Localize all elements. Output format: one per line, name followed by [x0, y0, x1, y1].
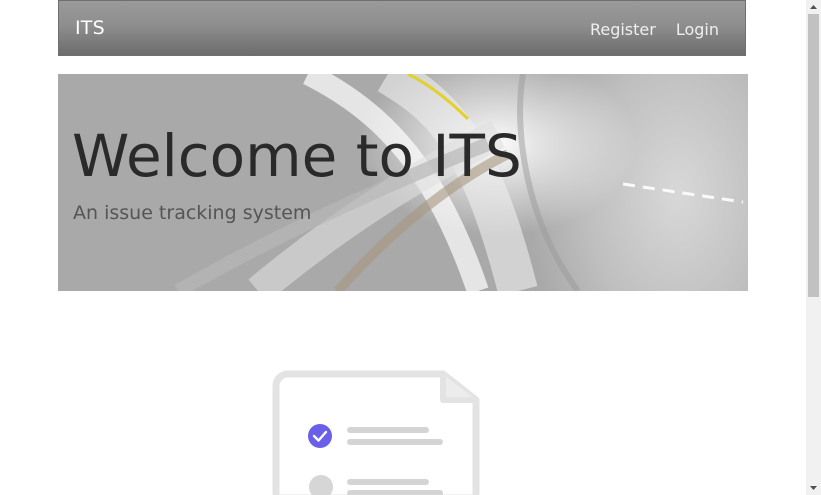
checklist-document-icon [268, 368, 484, 495]
page-viewport: ITS Register Login Welcome to ITS An iss… [0, 0, 806, 495]
hero-title: Welcome to ITS [72, 122, 522, 190]
login-link[interactable]: Login [676, 20, 719, 39]
scroll-down-icon[interactable] [806, 481, 821, 495]
register-link[interactable]: Register [590, 20, 656, 39]
vertical-scrollbar[interactable] [806, 0, 821, 495]
nav-links: Register Login [590, 20, 719, 39]
navbar: ITS Register Login [58, 0, 746, 56]
scroll-up-icon[interactable] [806, 0, 821, 14]
brand-link[interactable]: ITS [75, 17, 105, 39]
scrollbar-thumb[interactable] [808, 14, 819, 297]
hero-subtitle: An issue tracking system [73, 202, 312, 224]
hero-banner: Welcome to ITS An issue tracking system [58, 74, 748, 291]
